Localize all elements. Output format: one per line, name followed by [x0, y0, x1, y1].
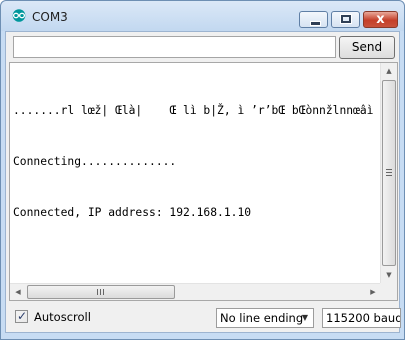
- scroll-up-arrow-icon[interactable]: ▲: [381, 63, 397, 79]
- send-button[interactable]: Send: [339, 36, 395, 59]
- minimize-button[interactable]: [299, 11, 328, 28]
- baud-rate-select[interactable]: 115200 baud: [322, 308, 401, 328]
- vertical-scrollbar[interactable]: ▲ ▼: [380, 63, 397, 283]
- scroll-grip-icon: [386, 169, 392, 176]
- scroll-right-arrow-icon[interactable]: ▶: [365, 284, 381, 300]
- output-line: Connecting..............: [13, 155, 177, 168]
- autoscroll-label[interactable]: Autoscroll: [34, 309, 91, 325]
- close-icon: x: [376, 12, 385, 27]
- line-ending-value: No line ending: [220, 311, 304, 325]
- checkmark-icon: ✓: [16, 309, 28, 323]
- output-line: .......rl lœž| Œlà| Œ lì b|Ž, ì ’r’bŒ bŒ…: [13, 104, 383, 117]
- line-ending-select[interactable]: No line ending ▼: [216, 308, 314, 328]
- arduino-infinity-icon: [12, 9, 26, 22]
- minimize-icon: [310, 21, 321, 26]
- autoscroll-checkbox[interactable]: ✓: [15, 309, 28, 323]
- serial-output-text: .......rl lœž| Œlà| Œ lì b|Ž, ì ’r’bŒ bŒ…: [13, 68, 383, 255]
- maximize-icon: [340, 14, 352, 24]
- scroll-down-arrow-icon[interactable]: ▼: [381, 267, 397, 283]
- baud-rate-value: 115200 baud: [326, 311, 401, 325]
- scrollbar-corner: [380, 283, 397, 300]
- scroll-left-arrow-icon[interactable]: ◀: [10, 284, 26, 300]
- title-bar[interactable]: COM3 x: [1, 1, 404, 31]
- serial-output-area[interactable]: .......rl lœž| Œlà| Œ lì b|Ž, ì ’r’bŒ bŒ…: [9, 62, 398, 301]
- scroll-grip-icon: [97, 289, 104, 295]
- horizontal-scrollbar[interactable]: ◀ ▶: [10, 283, 381, 300]
- send-input[interactable]: [13, 36, 336, 58]
- output-line: Connected, IP address: 192.168.1.10: [13, 206, 252, 219]
- serial-monitor-window: COM3 x Send .......rl lœž| Œlà| Œ lì b|Ž…: [0, 0, 405, 340]
- serial-monitor-content: Send .......rl lœž| Œlà| Œ lì b|Ž, ì ’r’…: [5, 31, 401, 333]
- chevron-down-icon: ▼: [301, 313, 308, 322]
- horizontal-scroll-thumb[interactable]: [27, 285, 175, 299]
- vertical-scroll-thumb[interactable]: [382, 80, 396, 266]
- maximize-button[interactable]: [331, 11, 360, 28]
- close-button[interactable]: x: [363, 11, 398, 28]
- window-title: COM3: [32, 10, 68, 24]
